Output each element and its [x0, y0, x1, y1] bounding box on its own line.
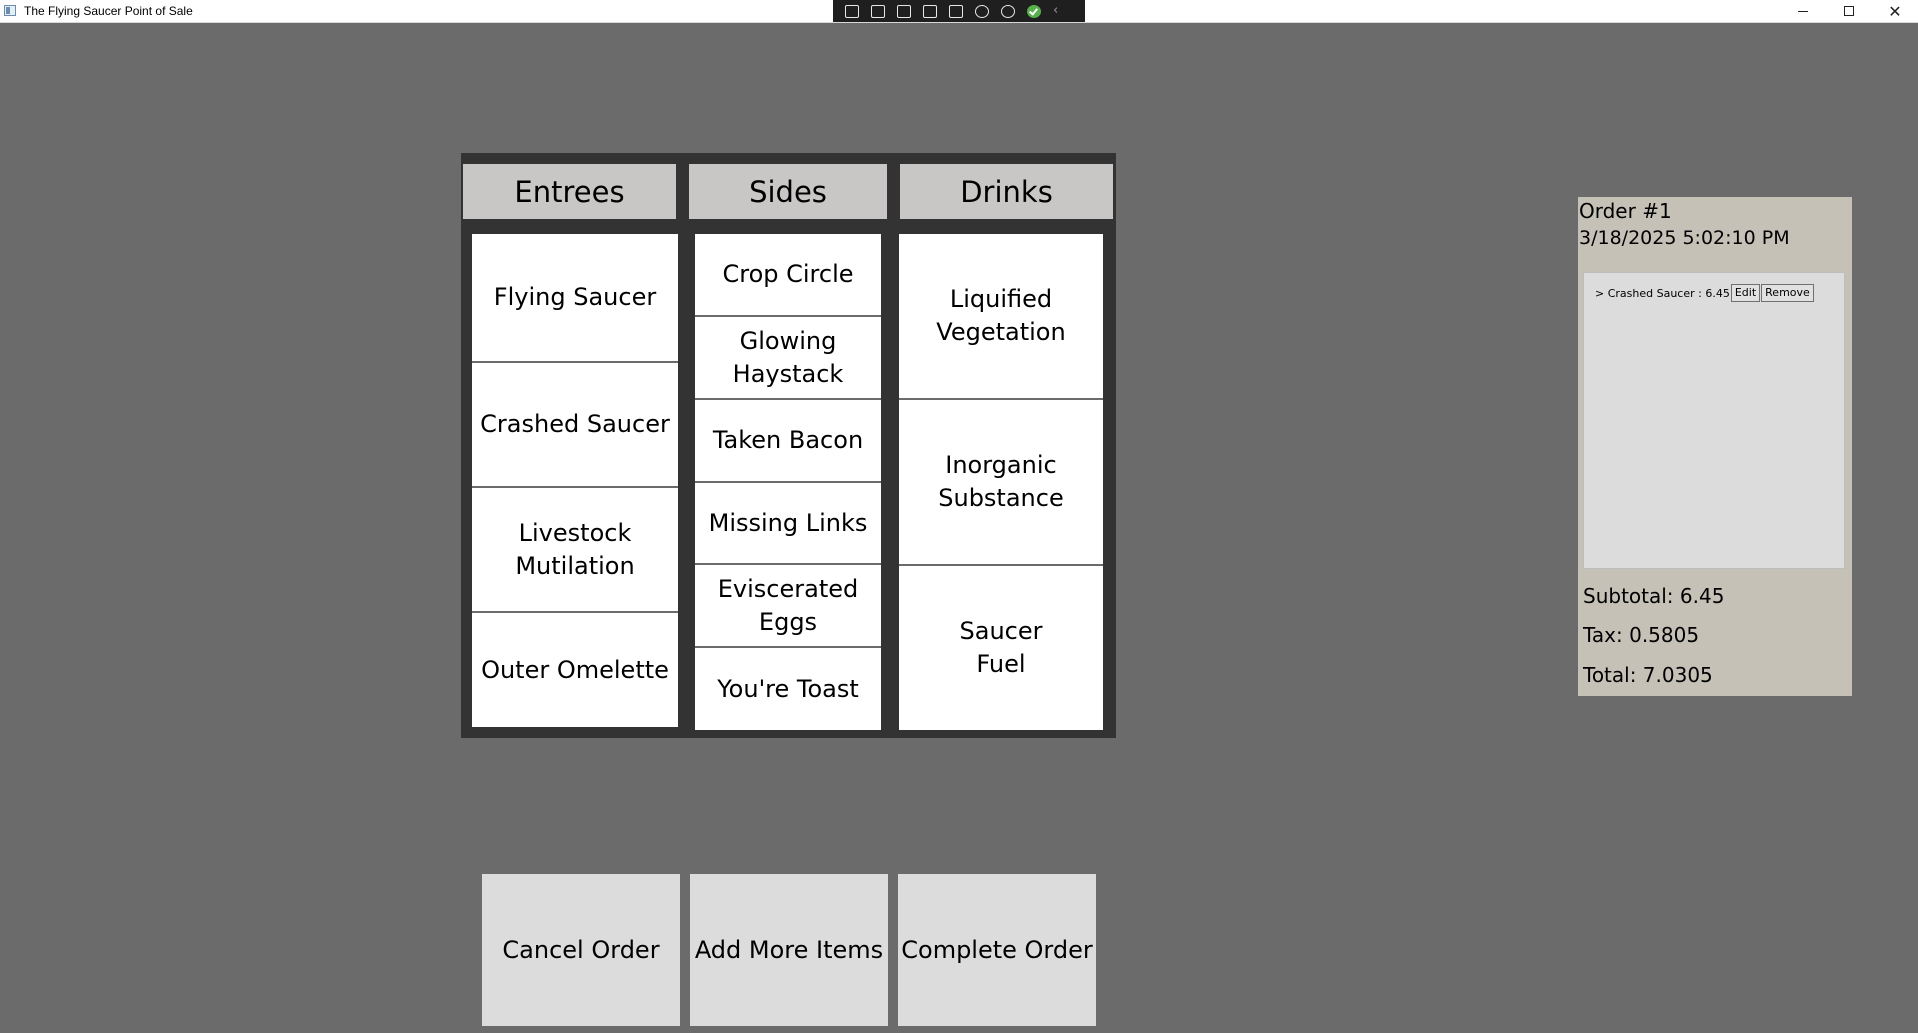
side-youre-toast-button[interactable]: You're Toast [695, 648, 881, 730]
window-titlebar: The Flying Saucer Point of Sale ‹ ✕ [0, 0, 1918, 23]
tax-text: Tax: 0.5805 [1583, 623, 1700, 647]
debug-toolbar: ‹ [833, 0, 1085, 22]
order-summary-panel: Order #1 3/18/2025 5:02:10 PM > Crashed … [1578, 197, 1852, 696]
entree-livestock-mutilation-button[interactable]: Livestock Mutilation [472, 488, 678, 613]
minimize-button[interactable] [1780, 0, 1826, 22]
drink-saucer-fuel-button[interactable]: Saucer Fuel [899, 566, 1103, 730]
total-text: Total: 7.0305 [1583, 663, 1713, 687]
drinks-header: Drinks [900, 164, 1113, 219]
order-items-list[interactable]: > Crashed Saucer : 6.45 Edit Remove [1583, 272, 1845, 569]
side-crop-circle-button[interactable]: Crop Circle [695, 234, 881, 317]
order-datetime: 3/18/2025 5:02:10 PM [1579, 227, 1790, 249]
select-element-icon[interactable] [897, 4, 911, 18]
hot-reload-icon[interactable] [975, 4, 989, 18]
list-item[interactable]: > Crashed Saucer : 6.45 Edit Remove [1595, 284, 1814, 302]
add-more-items-button[interactable]: Add More Items [690, 874, 888, 1026]
close-button[interactable]: ✕ [1872, 0, 1918, 22]
collapse-toolbar-icon[interactable]: ‹ [1053, 0, 1058, 22]
drink-liquified-vegetation-button[interactable]: Liquified Vegetation [899, 234, 1103, 400]
menu-panel: Entrees Sides Drinks Flying Saucer Crash… [461, 153, 1116, 738]
cancel-order-button[interactable]: Cancel Order [482, 874, 680, 1026]
subtotal-text: Subtotal: 6.45 [1583, 584, 1725, 608]
check-icon[interactable] [1027, 4, 1041, 18]
edit-item-button[interactable]: Edit [1730, 284, 1761, 302]
maximize-button[interactable] [1826, 0, 1872, 22]
app-icon [4, 5, 16, 16]
accessibility-icon[interactable] [1001, 4, 1015, 18]
side-glowing-haystack-button[interactable]: Glowing Haystack [695, 317, 881, 400]
live-visual-tree-icon[interactable] [845, 4, 859, 18]
order-number: Order #1 [1579, 199, 1672, 223]
order-item-text: > Crashed Saucer : 6.45 [1595, 286, 1730, 300]
video-icon[interactable] [871, 4, 885, 18]
entree-flying-saucer-button[interactable]: Flying Saucer [472, 234, 678, 363]
sides-header: Sides [689, 164, 887, 219]
side-missing-links-button[interactable]: Missing Links [695, 483, 881, 565]
track-focus-icon[interactable] [949, 4, 963, 18]
entree-outer-omelette-button[interactable]: Outer Omelette [472, 613, 678, 727]
entree-crashed-saucer-button[interactable]: Crashed Saucer [472, 363, 678, 488]
drink-inorganic-substance-button[interactable]: Inorganic Substance [899, 400, 1103, 566]
window-title: The Flying Saucer Point of Sale [24, 4, 193, 18]
complete-order-button[interactable]: Complete Order [898, 874, 1096, 1026]
remove-item-button[interactable]: Remove [1761, 284, 1814, 302]
entrees-header: Entrees [463, 164, 676, 219]
side-taken-bacon-button[interactable]: Taken Bacon [695, 400, 881, 483]
side-eviscerated-eggs-button[interactable]: Eviscerated Eggs [695, 565, 881, 648]
display-adorners-icon[interactable] [923, 4, 937, 18]
